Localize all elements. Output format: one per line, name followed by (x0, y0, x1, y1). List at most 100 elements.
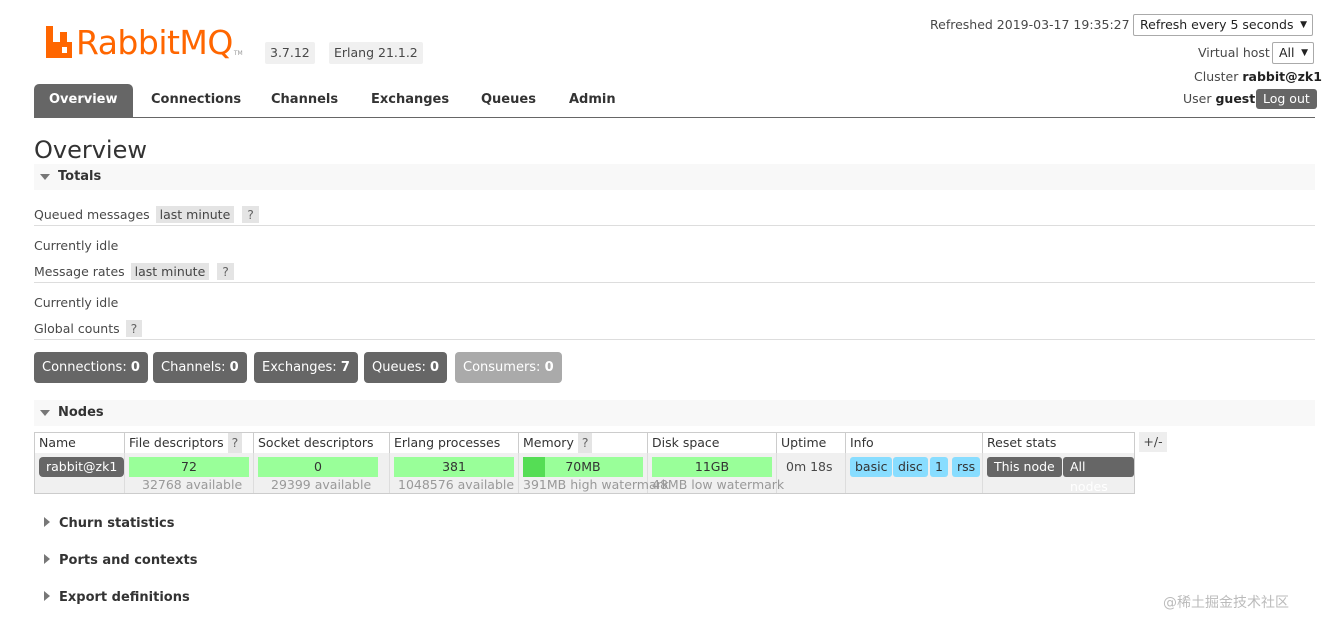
collapse-arrow-icon (40, 173, 50, 180)
page-title: Overview (34, 136, 147, 164)
rates-status: Currently idle (34, 295, 119, 310)
queued-range-selector[interactable]: last minute (155, 206, 235, 223)
count-value: 0 (229, 360, 239, 375)
count-label: Consumers: (463, 360, 541, 375)
section-title: Export definitions (59, 590, 190, 605)
consumers-count-button[interactable]: Consumers: 0 (455, 352, 562, 383)
tab-exchanges[interactable]: Exchanges (371, 84, 449, 117)
ports-contexts-header[interactable]: Ports and contexts (34, 551, 197, 571)
global-counts-label: Global counts (34, 321, 120, 336)
rabbitmq-logo[interactable]: RabbitMQ TM (44, 22, 243, 62)
column-header[interactable]: Erlang processes (390, 433, 519, 453)
queued-status: Currently idle (34, 238, 119, 253)
info-badge-disc: disc (893, 457, 928, 477)
nodes-table: Name File descriptors? Socket descriptor… (34, 432, 1135, 494)
expand-arrow-icon (44, 591, 50, 601)
message-rates-label: Message rates (34, 264, 125, 279)
tab-channels[interactable]: Channels (271, 84, 338, 117)
count-label: Connections: (42, 360, 127, 375)
erlang-processes-bar: 381 (394, 457, 514, 477)
file-descriptors-bar: 72 (129, 457, 249, 477)
node-name-link[interactable]: rabbit@zk1 (39, 457, 125, 477)
info-badge-count: 1 (930, 457, 948, 477)
erlang-processes-available: 1048576 available (398, 477, 515, 492)
totals-section-header[interactable]: Totals (34, 164, 1315, 190)
version-badge: 3.7.12 (265, 42, 315, 64)
memory-bar: 70MB (523, 457, 643, 477)
tab-connections[interactable]: Connections (151, 84, 241, 117)
column-header[interactable]: Reset stats (983, 433, 1134, 453)
column-header[interactable]: Disk space (648, 433, 777, 453)
tab-overview[interactable]: Overview (34, 84, 133, 117)
help-icon[interactable]: ? (577, 433, 593, 453)
help-icon[interactable]: ? (227, 433, 243, 453)
column-header-label: File descriptors (129, 435, 224, 450)
tab-admin[interactable]: Admin (569, 84, 616, 117)
collapse-arrow-icon (40, 409, 50, 416)
disk-space-bar: 11GB (652, 457, 772, 477)
file-descriptors-available: 32768 available (142, 477, 243, 492)
column-header[interactable]: Uptime (777, 433, 846, 453)
memory-bar-fill (523, 457, 545, 477)
socket-descriptors-available: 29399 available (271, 477, 372, 492)
global-counts-row: Global counts ? (34, 320, 143, 337)
refresh-interval-select[interactable]: Refresh every 5 seconds ▼ (1133, 14, 1313, 36)
virtual-host-select[interactable]: All ▼ (1272, 42, 1314, 64)
erlang-badge: Erlang 21.1.2 (329, 42, 423, 64)
message-rates-row: Message rates last minute ? (34, 263, 234, 280)
refresh-interval-value: Refresh every 5 seconds (1140, 17, 1294, 32)
disk-watermark: 48MB low watermark (652, 477, 785, 492)
column-header[interactable]: File descriptors? (125, 433, 254, 453)
virtual-host-value: All (1279, 45, 1295, 60)
uptime-value: 0m 18s (786, 459, 833, 474)
logo-text: RabbitMQ (76, 22, 233, 62)
reset-this-node-button[interactable]: This node (987, 457, 1062, 477)
column-header[interactable]: Name (35, 433, 125, 453)
refreshed-timestamp: Refreshed 2019-03-17 19:35:27 (930, 17, 1130, 32)
count-value: 0 (544, 360, 554, 375)
count-value: 0 (130, 360, 140, 375)
toggle-columns-button[interactable]: +/- (1139, 432, 1167, 452)
count-label: Queues: (372, 360, 426, 375)
section-title: Ports and contexts (59, 553, 198, 568)
divider (34, 339, 1315, 340)
help-icon[interactable]: ? (242, 206, 259, 223)
column-header-label: Memory (523, 435, 574, 450)
tab-queues[interactable]: Queues (481, 84, 536, 117)
count-label: Exchanges: (262, 360, 337, 375)
dropdown-arrow-icon: ▼ (1301, 48, 1308, 58)
info-badge-rss: rss (952, 457, 981, 477)
connections-count-button[interactable]: Connections: 0 (34, 352, 148, 383)
column-header-label: Socket descriptors (258, 435, 374, 450)
expand-arrow-icon (44, 554, 50, 564)
dropdown-arrow-icon: ▼ (1300, 20, 1307, 30)
nodes-heading: Nodes (58, 405, 104, 420)
divider (34, 282, 1315, 283)
totals-heading: Totals (58, 169, 102, 184)
nodes-section-header[interactable]: Nodes (34, 400, 1315, 426)
rates-range-selector[interactable]: last minute (130, 263, 210, 280)
cluster-info: Cluster rabbit@zk1 (1194, 69, 1322, 84)
divider (34, 225, 1315, 226)
count-value: 0 (430, 360, 440, 375)
export-definitions-header[interactable]: Export definitions (34, 588, 190, 608)
section-title: Churn statistics (59, 516, 175, 531)
queued-messages-label: Queued messages (34, 207, 150, 222)
count-value: 7 (340, 360, 350, 375)
column-header[interactable]: Info (846, 433, 983, 453)
queued-messages-row: Queued messages last minute ? (34, 206, 259, 223)
cluster-name: rabbit@zk1 (1242, 69, 1322, 84)
churn-statistics-header[interactable]: Churn statistics (34, 514, 175, 534)
queues-count-button[interactable]: Queues: 0 (364, 352, 448, 383)
socket-descriptors-bar: 0 (258, 457, 378, 477)
info-badge-basic: basic (850, 457, 893, 477)
column-header[interactable]: Socket descriptors? (254, 433, 390, 473)
reset-all-nodes-button[interactable]: All nodes (1063, 457, 1134, 494)
help-icon[interactable]: ? (125, 320, 143, 337)
logo-tm: TM (233, 49, 243, 57)
channels-count-button[interactable]: Channels: 0 (153, 352, 247, 383)
table-row: rabbit@zk1 72 32768 available 0 29399 av… (35, 453, 1134, 494)
column-header[interactable]: Memory? (519, 433, 648, 453)
help-icon[interactable]: ? (217, 263, 234, 280)
exchanges-count-button[interactable]: Exchanges: 7 (254, 352, 358, 383)
